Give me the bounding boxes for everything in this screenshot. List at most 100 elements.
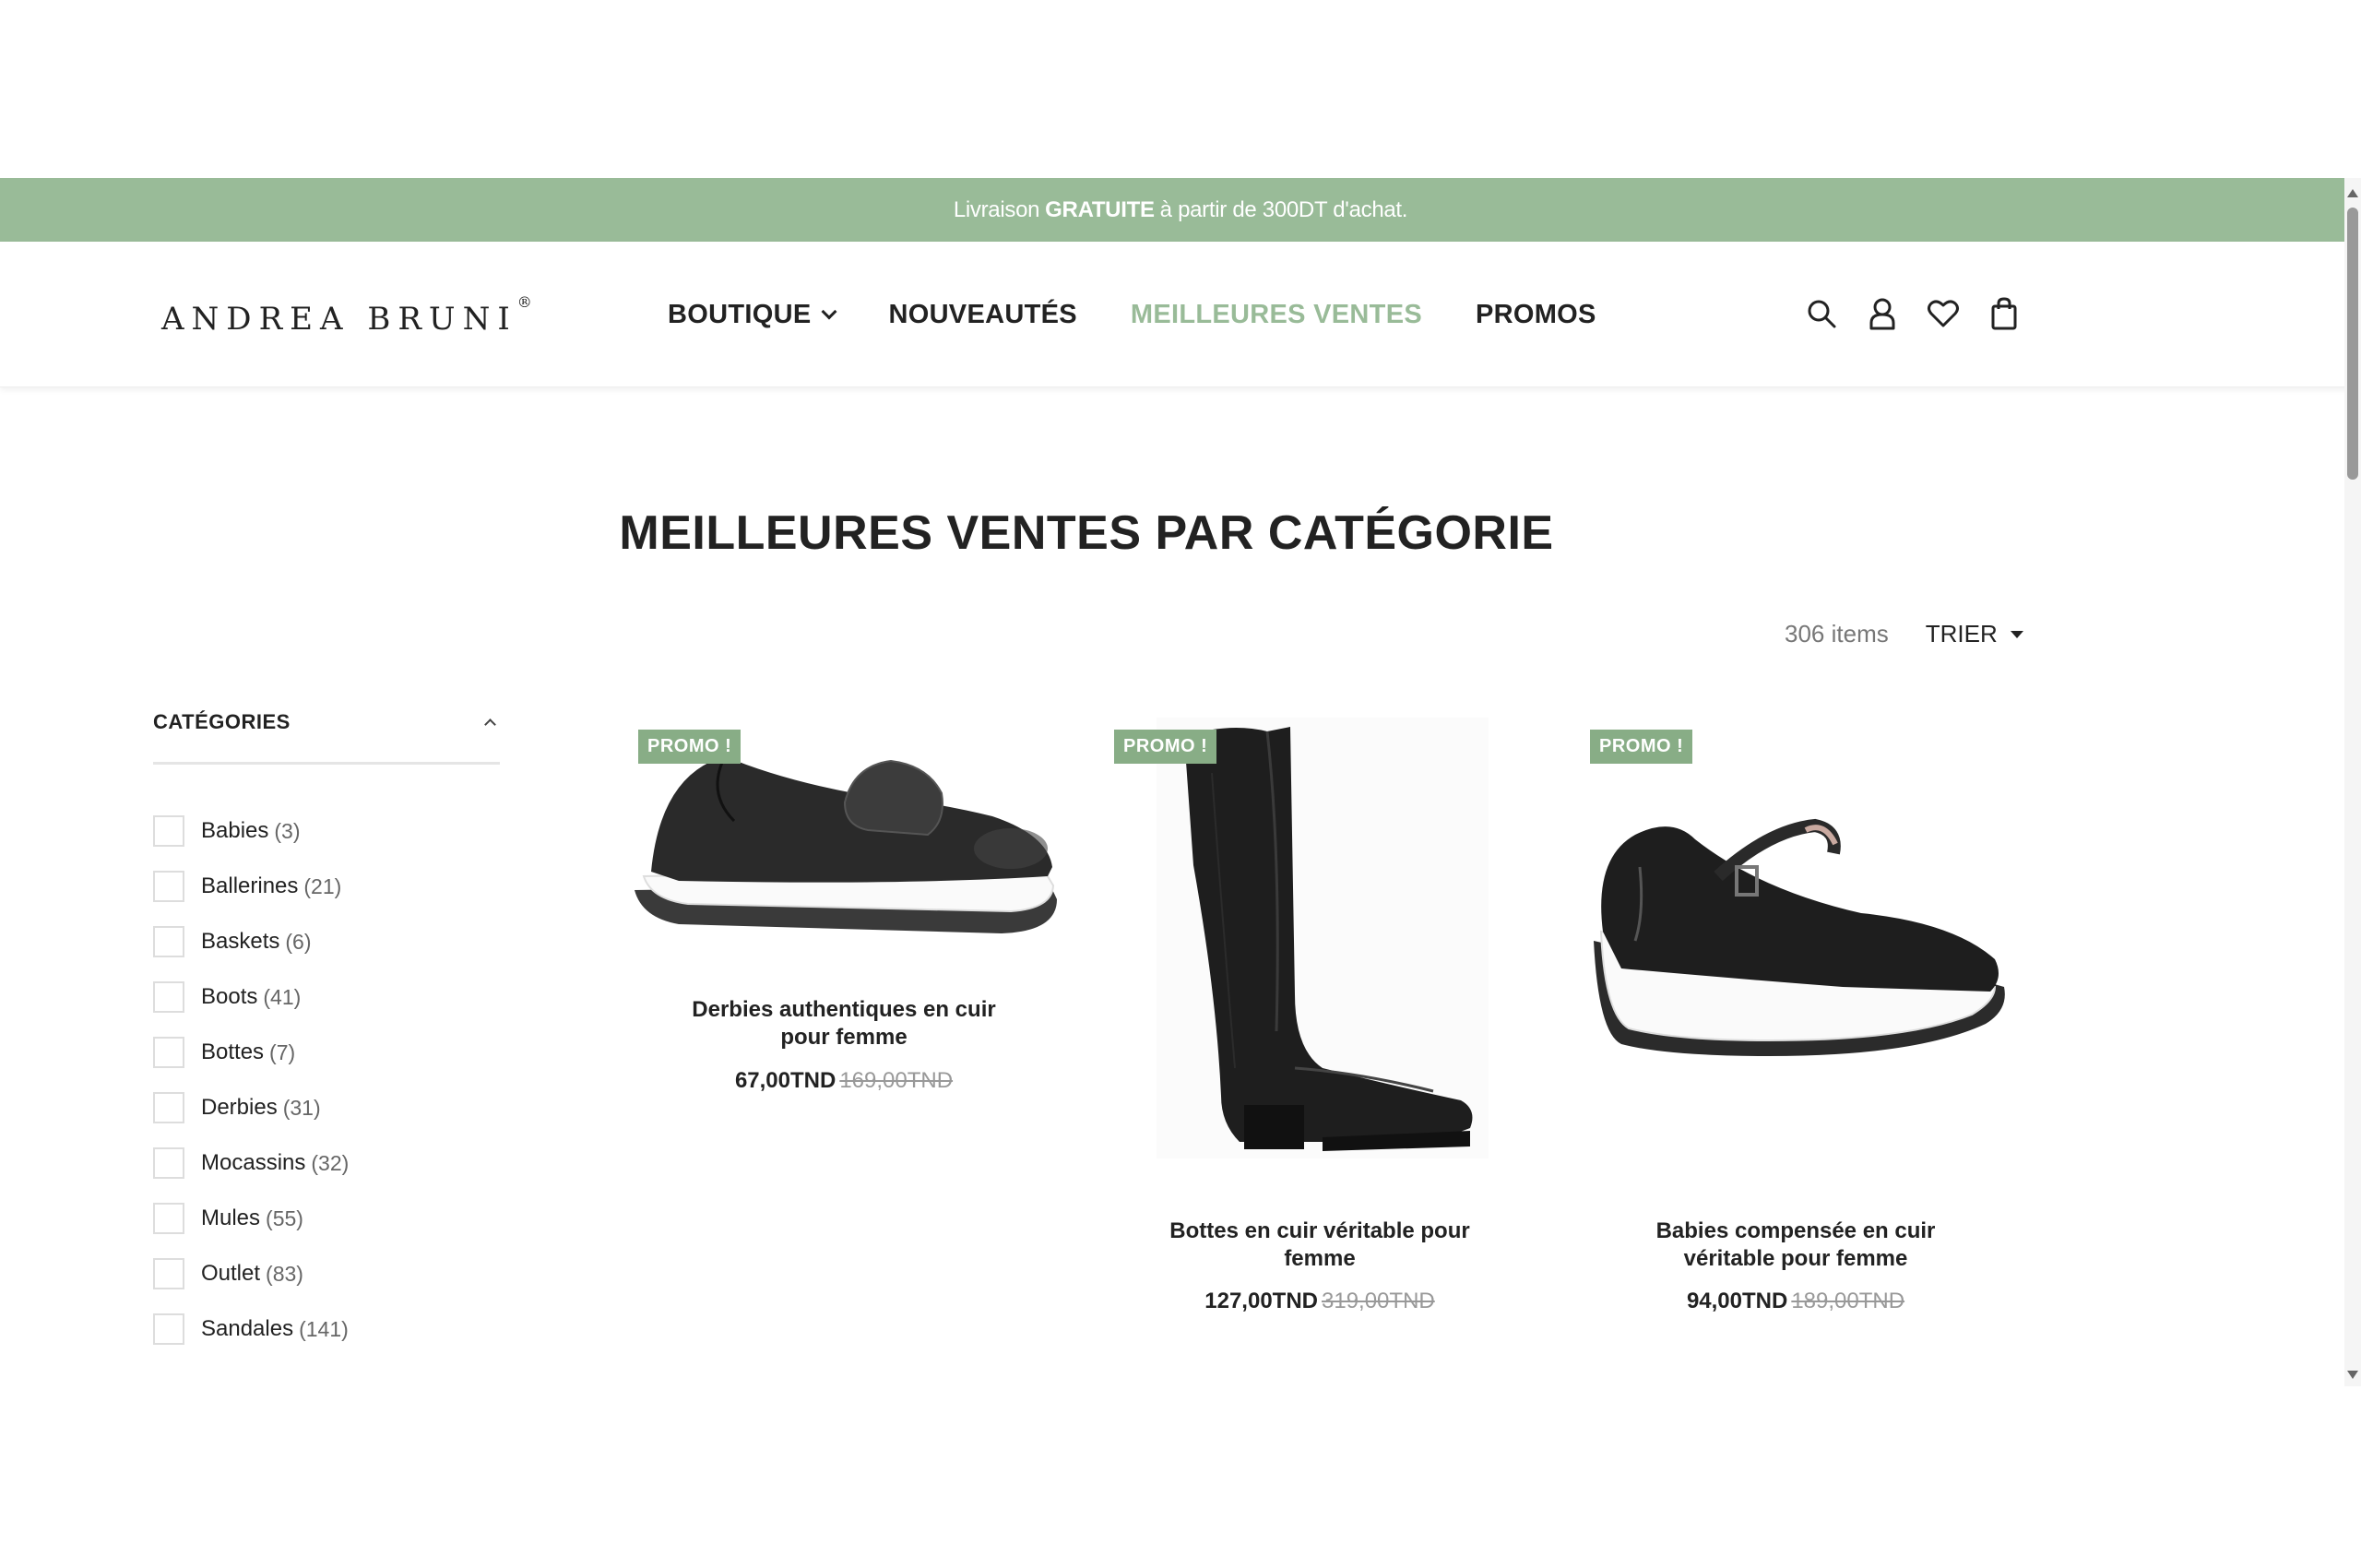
current-price: 67,00TND — [734, 1068, 836, 1093]
product-name[interactable]: Babies compensée en cuir véritable pour … — [1579, 1218, 2012, 1273]
header-actions — [1805, 295, 2021, 332]
category-count: (55) — [266, 1206, 303, 1230]
category-item-baskets[interactable]: Baskets (6) — [153, 914, 500, 969]
category-checkbox[interactable] — [153, 1203, 184, 1234]
category-count: (3) — [274, 818, 301, 843]
category-name: Sandales — [201, 1316, 294, 1341]
category-item-mocassins[interactable]: Mocassins (32) — [153, 1135, 500, 1191]
product-image-boot[interactable] — [1157, 718, 1489, 1158]
old-price: 189,00TND — [1791, 1289, 1905, 1313]
category-checkbox[interactable] — [153, 815, 184, 847]
product-name-line: Babies compensée en cuir — [1655, 1218, 1936, 1243]
category-name: Mules — [201, 1206, 261, 1230]
category-count: (32) — [311, 1150, 350, 1175]
announcement-bar: Livraison GRATUITE à partir de 300DT d'a… — [0, 178, 2361, 242]
category-count: (83) — [266, 1261, 303, 1286]
promo-badge: PROMO ! — [1114, 730, 1217, 764]
nav-label: NOUVEAUTÉS — [888, 299, 1077, 329]
announcement-text-bold: GRATUITE — [1045, 196, 1155, 222]
site-header: ANDREA BRUNI® BOUTIQUE NOUVEAUTÉS MEILLE… — [0, 242, 2361, 387]
brand-registered-mark: ® — [516, 292, 532, 311]
category-count: (21) — [303, 873, 342, 898]
product-name-line: Bottes en cuir véritable pour — [1169, 1218, 1470, 1243]
category-checkbox[interactable] — [153, 1037, 184, 1068]
category-name: Baskets — [201, 929, 280, 954]
search-icon[interactable] — [1805, 295, 1838, 332]
category-item-babies[interactable]: Babies (3) — [153, 803, 500, 859]
category-count: (6) — [285, 929, 312, 954]
product-price: 67,00TND 169,00TND — [627, 1068, 1061, 1094]
item-count: 306 items — [1785, 620, 1889, 647]
nav-item-meilleures-ventes[interactable]: MEILLEURES VENTES — [1131, 300, 1422, 330]
category-item-mules[interactable]: Mules (55) — [153, 1191, 500, 1246]
category-name: Mocassins — [201, 1150, 306, 1175]
category-checkbox[interactable] — [153, 871, 184, 902]
category-name: Outlet — [201, 1261, 261, 1286]
category-checkbox[interactable] — [153, 1313, 184, 1345]
cart-bag-icon[interactable] — [1987, 295, 2021, 332]
category-count: (41) — [263, 984, 302, 1009]
category-count: (31) — [282, 1095, 321, 1120]
product-price: 127,00TND 319,00TND — [1103, 1289, 1536, 1314]
category-name: Bottes — [201, 1039, 265, 1064]
promo-badge: PROMO ! — [1590, 730, 1693, 764]
product-name[interactable]: Bottes en cuir véritable pour femme — [1103, 1218, 1536, 1273]
category-item-sandales[interactable]: Sandales (141) — [153, 1301, 500, 1357]
nav-label: MEILLEURES VENTES — [1130, 299, 1422, 329]
caret-down-icon — [2010, 630, 2023, 638]
category-name: Boots — [201, 984, 258, 1009]
account-icon[interactable] — [1866, 295, 1899, 332]
category-checkbox[interactable] — [153, 1258, 184, 1289]
sort-dropdown[interactable]: TRIER — [1926, 620, 2023, 648]
product-name-line: véritable pour femme — [1683, 1246, 1908, 1271]
nav-item-promos[interactable]: PROMOS — [1476, 300, 1596, 330]
category-checkbox[interactable] — [153, 926, 184, 957]
category-item-outlet[interactable]: Outlet (83) — [153, 1246, 500, 1301]
scroll-up-arrow-icon[interactable] — [2347, 189, 2358, 197]
current-price: 94,00TND — [1686, 1289, 1788, 1313]
main-nav: BOUTIQUE NOUVEAUTÉS MEILLEURES VENTES PR… — [668, 242, 1596, 387]
page-scrollbar[interactable] — [2344, 178, 2361, 1386]
sort-label: TRIER — [1925, 620, 1998, 647]
nav-item-boutique[interactable]: BOUTIQUE — [668, 299, 837, 330]
category-count: (7) — [269, 1039, 296, 1064]
category-checkbox[interactable] — [153, 1147, 184, 1179]
old-price: 169,00TND — [839, 1068, 954, 1093]
product-name-line: pour femme — [780, 1025, 908, 1050]
promo-badge: PROMO ! — [638, 730, 742, 764]
category-item-bottes[interactable]: Bottes (7) — [153, 1025, 500, 1080]
category-name: Ballerines — [201, 873, 299, 898]
page-title: MEILLEURES VENTES PAR CATÉGORIE — [619, 506, 1554, 560]
category-filter-title: CATÉGORIES — [153, 710, 291, 733]
category-item-derbies[interactable]: Derbies (31) — [153, 1080, 500, 1135]
product-name-line: femme — [1284, 1246, 1356, 1271]
chevron-up-icon — [484, 718, 496, 731]
listing-toolbar: 306 items TRIER — [1785, 620, 2023, 648]
category-list: Babies (3) Ballerines (21) Baskets (6) Boot… — [153, 803, 500, 1357]
category-name: Babies — [201, 818, 269, 843]
nav-item-nouveautes[interactable]: NOUVEAUTÉS — [888, 300, 1076, 330]
category-filter-header[interactable]: CATÉGORIES — [153, 710, 500, 765]
scroll-down-arrow-icon[interactable] — [2347, 1371, 2358, 1379]
category-filter-sidebar: CATÉGORIES Babies (3) Ballerines (21) Bask… — [153, 710, 500, 1357]
nav-label: PROMOS — [1475, 299, 1596, 329]
wishlist-heart-icon[interactable] — [1927, 295, 1960, 332]
current-price: 127,00TND — [1204, 1289, 1318, 1313]
product-name-line: Derbies authentiques en cuir — [692, 997, 996, 1022]
category-name: Derbies — [201, 1095, 278, 1120]
category-count: (141) — [299, 1316, 349, 1341]
category-item-boots[interactable]: Boots (41) — [153, 969, 500, 1025]
product-image-wedge[interactable] — [1584, 802, 2013, 1061]
announcement-text-pre: Livraison — [953, 196, 1040, 222]
announcement-text-post: à partir de 300DT d'achat. — [1159, 196, 1408, 222]
product-price: 94,00TND 189,00TND — [1579, 1289, 2012, 1314]
product-name[interactable]: Derbies authentiques en cuir pour femme — [627, 996, 1061, 1051]
browser-blank-area — [0, 0, 2361, 178]
category-item-ballerines[interactable]: Ballerines (21) — [153, 859, 500, 914]
chevron-down-icon — [821, 303, 837, 320]
category-checkbox[interactable] — [153, 1092, 184, 1123]
brand-logo[interactable]: ANDREA BRUNI® — [161, 293, 532, 338]
scrollbar-thumb[interactable] — [2347, 208, 2358, 480]
nav-label: BOUTIQUE — [668, 299, 812, 329]
category-checkbox[interactable] — [153, 981, 184, 1013]
